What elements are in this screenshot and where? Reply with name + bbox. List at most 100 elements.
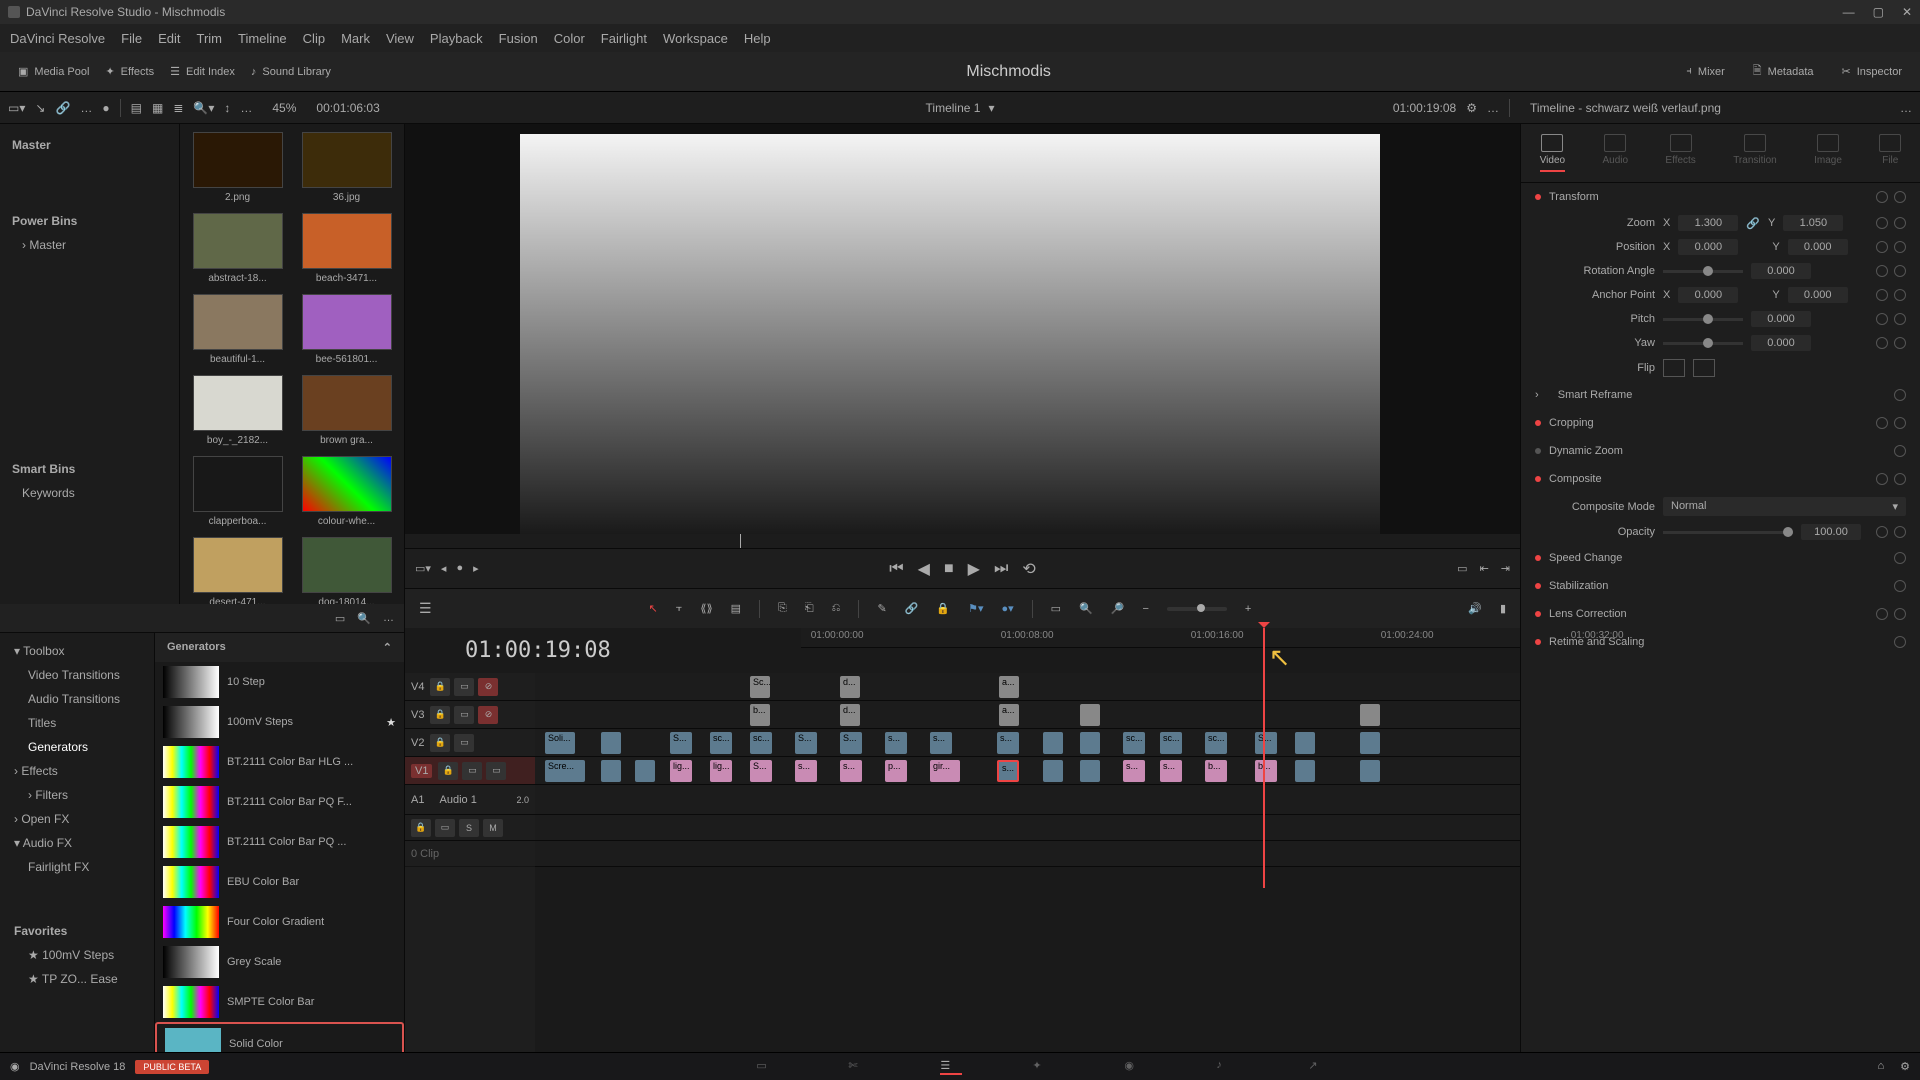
menu-item[interactable]: Workspace [663,31,728,46]
clip[interactable]: s... [1123,760,1145,782]
generator-item[interactable]: BT.2111 Color Bar PQ ... [155,822,404,862]
timeline-options-icon[interactable]: ☰ [419,600,432,617]
panel-icon[interactable]: ▭ [335,612,345,625]
timeline-name[interactable]: Timeline 1 [926,101,981,115]
media-thumb[interactable]: abstract-18... [188,213,287,284]
toolbox-node[interactable]: ▾ Toolbox [0,639,154,663]
effects-node[interactable]: › Effects [0,759,154,783]
generator-item[interactable]: 10 Step [155,662,404,702]
menu-item[interactable]: File [121,31,142,46]
ellipsis-icon[interactable]: … [383,612,394,624]
ellipsis-icon[interactable]: … [240,101,252,115]
smart-reframe-section[interactable]: › Smart Reframe [1521,381,1920,409]
clip[interactable]: s... [997,732,1019,754]
minimize-icon[interactable]: — [1843,5,1855,19]
media-thumb[interactable]: 2.png [188,132,287,203]
clip[interactable]: b... [750,704,770,726]
dynamic-zoom-section[interactable]: Dynamic Zoom [1521,437,1920,465]
audio-transitions-node[interactable]: Audio Transitions [0,687,154,711]
inspector-tab-transition[interactable]: Transition [1733,134,1777,172]
overwrite-icon[interactable]: ⎗ [805,602,814,615]
composite-section[interactable]: Composite [1521,465,1920,493]
anchor-y-field[interactable]: 0.000 [1788,287,1848,303]
clip[interactable]: b... [1255,760,1277,782]
reset-icon[interactable] [1894,191,1906,203]
clip[interactable] [1080,732,1100,754]
clip[interactable] [601,760,621,782]
clip[interactable]: s... [885,732,907,754]
reset-icon[interactable] [1894,445,1906,457]
reset-icon[interactable] [1894,289,1906,301]
generator-item[interactable]: BT.2111 Color Bar PQ F... [155,782,404,822]
clip[interactable]: lig... [670,760,692,782]
zoom-out-icon[interactable]: − [1142,603,1148,615]
reset-icon[interactable] [1894,217,1906,229]
clip-selected[interactable]: s... [997,760,1019,782]
zoom-y-field[interactable]: 1.050 [1783,215,1843,231]
effects-button[interactable]: ✦ Effects [97,61,162,82]
generator-item[interactable]: Four Color Gradient [155,902,404,942]
opacity-field[interactable]: 100.00 [1801,524,1861,540]
openfx-node[interactable]: › Open FX [0,807,154,831]
pos-y-field[interactable]: 0.000 [1788,239,1848,255]
clip[interactable]: s... [1160,760,1182,782]
pitch-field[interactable]: 0.000 [1751,311,1811,327]
color-page-button[interactable]: ◉ [1124,1059,1146,1075]
inspector-tab-audio[interactable]: Audio [1602,134,1628,172]
yaw-slider[interactable] [1663,342,1743,345]
lock-icon[interactable]: 🔒 [430,734,450,752]
maximize-icon[interactable]: ▢ [1873,5,1884,19]
viewer-canvas[interactable] [520,134,1380,534]
lock-icon[interactable]: 🔒 [936,602,950,615]
fusion-page-button[interactable]: ✦ [1032,1059,1054,1075]
edit-page-button[interactable]: ☰ [940,1059,962,1075]
generator-item[interactable]: BT.2111 Color Bar HLG ... [155,742,404,782]
link-icon[interactable]: 🔗 [55,101,70,115]
media-pool-button[interactable]: ▣ Media Pool [10,61,97,82]
import-icon[interactable]: ↘ [35,101,45,115]
clip[interactable]: Sc... [750,676,770,698]
zoom-slider[interactable] [1167,607,1227,611]
zoom-in-icon[interactable]: + [1245,603,1251,615]
cut-page-button[interactable]: ✄ [848,1059,870,1075]
replace-icon[interactable]: ⎌ [832,602,841,615]
clip[interactable]: s... [795,760,817,782]
pitch-slider[interactable] [1663,318,1743,321]
menu-item[interactable]: Help [744,31,771,46]
media-thumb[interactable]: bee-561801... [297,294,396,365]
timeline-ruler[interactable]: 01:00:00:00 01:00:08:00 01:00:16:00 01:0… [801,628,1520,648]
media-thumb[interactable]: beach-3471... [297,213,396,284]
inspector-button[interactable]: ✂Inspector [1834,58,1910,85]
zoom-pct[interactable]: 45% [272,101,296,115]
power-master-bin[interactable]: › Master [8,234,171,256]
favorite-item[interactable]: ★ TP ZO... Ease [0,967,154,991]
reset-icon[interactable] [1894,636,1906,648]
lens-correction-section[interactable]: Lens Correction [1521,600,1920,628]
flag-icon[interactable]: ⚑▾ [968,602,983,615]
sort-icon[interactable]: ↕ [224,101,230,115]
reset-icon[interactable] [1894,608,1906,620]
dynamic-tool[interactable]: ⟪⟫ [700,602,712,615]
home-icon[interactable]: ⌂ [1877,1060,1884,1073]
reset-icon[interactable] [1894,417,1906,429]
audio-icon[interactable]: 🔊 [1468,602,1482,615]
lock-icon[interactable]: 🔒 [438,762,458,780]
disable-icon[interactable]: ⊘ [478,678,498,696]
close-icon[interactable]: ✕ [1902,5,1912,19]
mixer-button[interactable]: ⫞Mixer [1678,58,1732,85]
zoom-detail-icon[interactable]: 🔍 [1079,602,1093,615]
generator-item[interactable]: Solid Color [155,1022,404,1052]
first-frame-button[interactable]: ⏮ [889,560,903,578]
transform-section[interactable]: Transform [1521,183,1920,211]
blade-tool[interactable]: ▤ [731,602,741,615]
rotation-field[interactable]: 0.000 [1751,263,1811,279]
fairlight-page-button[interactable]: ♪ [1216,1059,1238,1075]
ellipsis-icon[interactable]: … [1900,101,1912,115]
generator-item[interactable]: EBU Color Bar [155,862,404,902]
inspector-tab-image[interactable]: Image [1814,134,1842,172]
keyframe-icon[interactable] [1876,191,1888,203]
ellipsis-icon[interactable]: … [80,101,92,115]
play-button[interactable]: ▶ [968,559,980,579]
clip[interactable]: a... [999,676,1019,698]
media-thumb[interactable]: desert-471... [188,537,287,604]
